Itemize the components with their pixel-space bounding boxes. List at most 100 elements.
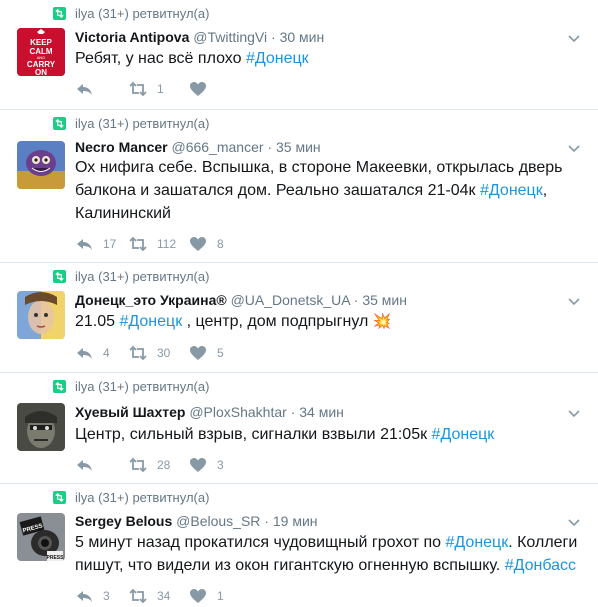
retweeter-text[interactable]: ilya (31+) ретвитнул(а) <box>75 269 209 284</box>
avatar[interactable] <box>17 403 65 451</box>
author-name[interactable]: Sergey Belous <box>75 513 172 529</box>
author-name[interactable]: Хуевый Шахтер <box>75 404 185 420</box>
tweet[interactable]: ilya (31+) ретвитнул(а) Донецк_это Украи… <box>0 263 598 373</box>
tweet[interactable]: ilya (31+) ретвитнул(а) PRESS PRESS Serg… <box>0 484 598 607</box>
tweet-actions: 28 3 <box>75 457 249 473</box>
like-count: 5 <box>217 346 224 360</box>
reply-button[interactable]: 4 <box>75 345 129 361</box>
separator-dot: · <box>264 513 269 529</box>
like-button[interactable]: 3 <box>189 457 249 473</box>
tweet[interactable]: ilya (31+) ретвитнул(а) Necro Mancer @66… <box>0 110 598 263</box>
tweet-text: Ох нифига себе. Вспышка, в стороне Макее… <box>75 156 585 225</box>
tweet-time[interactable]: 19 мин <box>273 513 318 529</box>
avatar[interactable] <box>17 141 65 189</box>
tweet-time[interactable]: 35 мин <box>276 139 321 155</box>
retweet-button[interactable]: 112 <box>129 236 189 252</box>
retweeter-text[interactable]: ilya (31+) ретвитнул(а) <box>75 6 209 21</box>
tweet[interactable]: ilya (31+) ретвитнул(а) Хуевый Шахтер @P… <box>0 373 598 484</box>
reply-count: 17 <box>103 237 117 251</box>
chevron-down-icon[interactable] <box>568 294 580 306</box>
author-handle[interactable]: @UA_Donetsk_UA <box>231 292 350 308</box>
reply-button[interactable]: 17 <box>75 236 129 252</box>
retweet-button[interactable]: 28 <box>129 457 189 473</box>
timeline-feed: ilya (31+) ретвитнул(а) KEEP CALM AND CA… <box>0 0 598 607</box>
retweet-button[interactable]: 1 <box>129 81 189 97</box>
author-handle[interactable]: @TwittingVi <box>193 29 267 45</box>
chevron-down-icon[interactable] <box>568 406 580 418</box>
like-button[interactable]: 5 <box>189 345 249 361</box>
heart-icon <box>190 237 206 251</box>
like-count: 1 <box>217 589 224 603</box>
author-handle[interactable]: @Belous_SR <box>176 513 260 529</box>
author-name[interactable]: Victoria Antipova <box>75 29 189 45</box>
retweet-context: ilya (31+) ретвитнул(а) <box>53 490 209 505</box>
retweeter-text[interactable]: ilya (31+) ретвитнул(а) <box>75 116 209 131</box>
heart-icon <box>190 82 206 96</box>
reply-icon <box>77 591 92 602</box>
tweet-time[interactable]: 30 мин <box>280 29 325 45</box>
tweet-header: Necro Mancer @666_mancer · 35 мин <box>75 139 321 155</box>
tweet-time[interactable]: 35 мин <box>362 292 407 308</box>
like-button[interactable]: 8 <box>189 236 249 252</box>
avatar[interactable]: KEEP CALM AND CARRY ON <box>17 28 65 76</box>
avatar[interactable] <box>17 291 65 339</box>
retweet-count: 1 <box>157 82 164 96</box>
avatar[interactable]: PRESS PRESS <box>17 513 65 561</box>
retweet-icon <box>129 345 147 361</box>
svg-text:ON: ON <box>35 68 47 76</box>
tweet[interactable]: ilya (31+) ретвитнул(а) KEEP CALM AND CA… <box>0 0 598 110</box>
reply-button[interactable]: 3 <box>75 588 129 604</box>
text-segment: 21.05 <box>75 313 120 330</box>
svg-text:KEEP: KEEP <box>30 38 52 47</box>
retweet-icon <box>53 380 66 393</box>
hashtag-link[interactable]: #Донбасс <box>505 557 576 574</box>
heart-icon <box>190 458 206 472</box>
collision-emoji: 💥 <box>372 313 392 330</box>
retweet-count: 28 <box>157 458 171 472</box>
author-name[interactable]: Necro Mancer <box>75 139 168 155</box>
retweet-icon <box>129 457 147 473</box>
reply-icon <box>77 348 92 359</box>
tweet-text: Ребят, у нас всё плохо #Донецк <box>75 47 585 70</box>
chevron-down-icon[interactable] <box>568 31 580 43</box>
text-segment: 5 минут назад прокатился чудовищный грох… <box>75 534 446 551</box>
tweet-header: Victoria Antipova @TwittingVi · 30 мин <box>75 29 324 45</box>
like-button[interactable] <box>189 81 249 97</box>
reply-button[interactable] <box>75 457 129 473</box>
reply-button[interactable] <box>75 81 129 97</box>
separator-dot: · <box>290 404 296 420</box>
chevron-down-icon[interactable] <box>568 515 580 527</box>
author-name[interactable]: Донецк_это Украина® <box>75 292 227 308</box>
tweet-header: Sergey Belous @Belous_SR · 19 мин <box>75 513 318 529</box>
hashtag-link[interactable]: #Донецк <box>480 182 543 199</box>
hashtag-link[interactable]: #Донецк <box>246 50 309 67</box>
retweet-icon <box>53 270 66 283</box>
like-count: 8 <box>217 237 224 251</box>
like-count: 3 <box>217 458 224 472</box>
reply-icon <box>77 84 92 95</box>
text-segment: Ребят, у нас всё плохо <box>75 50 246 67</box>
author-handle[interactable]: @666_mancer <box>171 139 263 155</box>
text-segment: Центр, сильный взрыв, сигналки взвыли 21… <box>75 426 432 443</box>
retweeter-text[interactable]: ilya (31+) ретвитнул(а) <box>75 379 209 394</box>
tweet-time[interactable]: 34 мин <box>299 404 344 420</box>
tweet-header: Хуевый Шахтер @PloxShakhtar · 34 мин <box>75 404 344 420</box>
author-handle[interactable]: @PloxShakhtar <box>189 404 286 420</box>
retweet-count: 34 <box>157 589 171 603</box>
tweet-actions: 3 34 1 <box>75 588 249 604</box>
retweeter-text[interactable]: ilya (31+) ретвитнул(а) <box>75 490 209 505</box>
hashtag-link[interactable]: #Донецк <box>119 313 182 330</box>
reply-count: 3 <box>103 589 110 603</box>
hashtag-link[interactable]: #Донецк <box>446 534 509 551</box>
chevron-down-icon[interactable] <box>568 141 580 153</box>
hashtag-link[interactable]: #Донецк <box>432 426 495 443</box>
retweet-icon <box>53 491 66 504</box>
heart-icon <box>190 589 206 603</box>
retweet-button[interactable]: 30 <box>129 345 189 361</box>
tweet-header: Донецк_это Украина® @UA_Donetsk_UA · 35 … <box>75 292 407 308</box>
retweet-icon <box>129 236 147 252</box>
retweet-context: ilya (31+) ретвитнул(а) <box>53 379 209 394</box>
like-button[interactable]: 1 <box>189 588 249 604</box>
separator-dot: · <box>353 292 359 308</box>
retweet-button[interactable]: 34 <box>129 588 189 604</box>
